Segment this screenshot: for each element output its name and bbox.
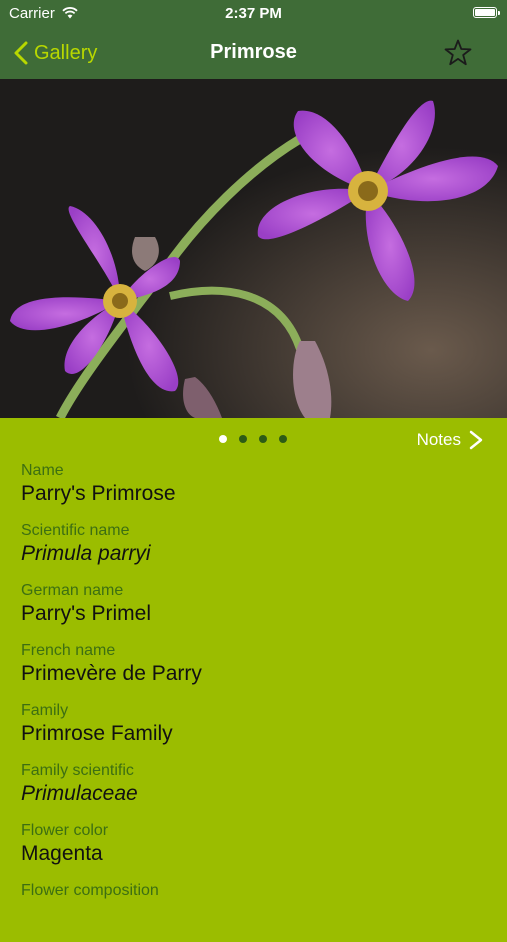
detail-value: Parry's Primrose — [21, 482, 176, 505]
detail-value: Primulaceae — [21, 782, 138, 805]
notes-label: Notes — [416, 430, 461, 449]
detail-field: Flower color Magenta — [21, 822, 491, 882]
detail-field: Name Parry's Primrose — [21, 462, 491, 522]
status-time: 2:37 PM — [225, 5, 282, 22]
page-indicator[interactable] — [219, 435, 287, 443]
page-dot[interactable] — [259, 435, 267, 443]
detail-value: Primevère de Parry — [21, 662, 202, 685]
battery-icon — [473, 7, 500, 18]
navigation-bar: Gallery Primrose — [0, 28, 507, 79]
detail-label: Flower composition — [21, 882, 159, 899]
flower-photo[interactable] — [0, 79, 507, 418]
page-title: Primrose — [210, 41, 297, 63]
photo-pager: Notes — [0, 418, 507, 462]
notes-button[interactable]: Notes — [417, 430, 483, 450]
page-dot[interactable] — [239, 435, 247, 443]
detail-field: Family Primrose Family — [21, 702, 491, 762]
page-dot[interactable] — [279, 435, 287, 443]
chevron-right-icon — [469, 430, 483, 450]
detail-label: Family scientific — [21, 762, 134, 779]
detail-field: Scientific name Primula parryi — [21, 522, 491, 582]
detail-field: Flower composition — [21, 882, 491, 942]
detail-field: Family scientific Primulaceae — [21, 762, 491, 822]
detail-label: Flower color — [21, 822, 109, 839]
detail-field: German name Parry's Primel — [21, 582, 491, 642]
detail-value: Primrose Family — [21, 722, 173, 745]
app-header: Carrier 2:37 PM Gallery Primrose — [0, 0, 507, 79]
favorite-button[interactable] — [443, 38, 473, 68]
status-bar: Carrier 2:37 PM — [0, 0, 507, 28]
detail-value: Magenta — [21, 842, 103, 865]
detail-label: French name — [21, 642, 116, 659]
plant-details: Name Parry's Primrose Scientific name Primu… — [21, 462, 491, 942]
star-outline-icon — [444, 39, 472, 66]
detail-label: Family — [21, 702, 69, 719]
detail-value: Parry's Primel — [21, 602, 152, 625]
detail-label: Scientific name — [21, 522, 130, 539]
detail-value: Primula parryi — [21, 542, 151, 565]
detail-label: German name — [21, 582, 124, 599]
page-dot[interactable] — [219, 435, 227, 443]
detail-label: Name — [21, 462, 64, 479]
detail-field: French name Primevère de Parry — [21, 642, 491, 702]
